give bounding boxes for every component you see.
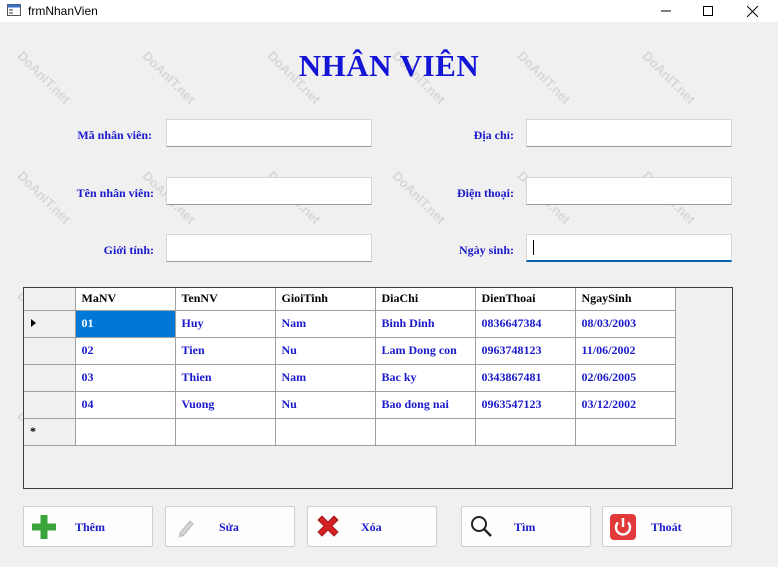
page-title: NHÂN VIÊN	[298, 48, 480, 83]
table-cell[interactable]: Huy	[174, 309, 276, 338]
maximize-button[interactable]	[686, 0, 730, 22]
table-cell[interactable]: Nam	[274, 363, 376, 392]
table-cell[interactable]: 03/12/2002	[574, 390, 676, 419]
table-cell[interactable]: 04	[74, 390, 176, 419]
table-cell[interactable]: 11/06/2002	[574, 336, 676, 365]
table-cell[interactable]: 03	[74, 363, 176, 392]
table-cell[interactable]: Nam	[274, 309, 376, 338]
grid-table: MaNV TenNV GioiTinh DiaChi DienThoai Nga…	[24, 288, 676, 446]
row-header[interactable]	[24, 336, 76, 365]
table-cell[interactable]: Binh Dinh	[374, 309, 476, 338]
table-row[interactable]: 01 Huy Nam Binh Dinh 0836647384 08/03/20…	[24, 309, 676, 338]
table-cell[interactable]: 0343867481	[474, 363, 576, 392]
row-header-current[interactable]	[24, 309, 76, 338]
col-header-gioitinh[interactable]: GioiTinh	[274, 288, 376, 311]
window-title: frmNhanVien	[28, 4, 98, 18]
col-header-manv[interactable]: MaNV	[74, 288, 176, 311]
table-row[interactable]: 02 Tien Nu Lam Dong con 0963748123 11/06…	[24, 336, 676, 365]
col-header-dienthoai[interactable]: DienThoai	[474, 288, 576, 311]
table-cell[interactable]: 0963547123	[474, 390, 576, 419]
table-cell[interactable]: 01	[74, 309, 176, 338]
ma-nv-input[interactable]	[166, 119, 372, 147]
grid-header-row: MaNV TenNV GioiTinh DiaChi DienThoai Nga…	[24, 288, 676, 311]
them-button[interactable]: Thêm	[23, 506, 153, 547]
table-cell[interactable]	[474, 417, 576, 446]
table-cell[interactable]: Vuong	[174, 390, 276, 419]
thoat-label: Thoát	[651, 520, 682, 534]
dia-chi-label: Địa chỉ:	[473, 128, 514, 142]
xoa-label: Xóa	[361, 520, 382, 534]
dien-thoai-label: Điện thoại:	[457, 186, 514, 200]
minimize-button[interactable]	[644, 0, 688, 22]
table-cell[interactable]: 0836647384	[474, 309, 576, 338]
ten-nv-input[interactable]	[166, 177, 372, 205]
gioi-tinh-label: Giới tính:	[103, 243, 154, 257]
table-cell[interactable]: 02	[74, 336, 176, 365]
col-header-diachi[interactable]: DiaChi	[374, 288, 476, 311]
minimize-icon	[661, 10, 671, 12]
table-row[interactable]: 03 Thien Nam Bac ky 0343867481 02/06/200…	[24, 363, 676, 392]
table-cell[interactable]	[74, 417, 176, 446]
maximize-icon	[703, 6, 713, 16]
grid-corner[interactable]	[24, 288, 76, 311]
tim-button[interactable]: Tìm	[461, 506, 591, 547]
table-cell[interactable]: 02/06/2005	[574, 363, 676, 392]
x-delete-icon	[317, 515, 339, 537]
thoat-button[interactable]: Thoát	[602, 506, 732, 547]
dien-thoai-input[interactable]	[526, 177, 732, 205]
close-icon	[746, 5, 758, 17]
gioi-tinh-input[interactable]	[166, 234, 372, 262]
table-cell[interactable]: Bac ky	[374, 363, 476, 392]
table-cell[interactable]	[174, 417, 276, 446]
table-cell[interactable]: Bao dong nai	[374, 390, 476, 419]
row-header[interactable]	[24, 390, 76, 419]
ten-nv-label: Tên nhân viên:	[76, 186, 154, 200]
table-cell[interactable]: Tien	[174, 336, 276, 365]
tim-label: Tìm	[514, 520, 536, 534]
table-cell[interactable]: 08/03/2003	[574, 309, 676, 338]
plus-icon	[32, 515, 56, 539]
text-caret	[533, 240, 534, 255]
table-cell[interactable]: Thien	[174, 363, 276, 392]
new-row[interactable]: *	[24, 417, 676, 446]
close-button[interactable]	[730, 0, 774, 22]
table-cell[interactable]: 0963748123	[474, 336, 576, 365]
table-cell[interactable]: Lam Dong con	[374, 336, 476, 365]
table-cell[interactable]	[574, 417, 676, 446]
ngay-sinh-input[interactable]	[526, 234, 732, 262]
sua-label: Sửa	[219, 520, 239, 534]
search-icon	[471, 516, 492, 537]
title-bar: frmNhanVien	[0, 0, 778, 22]
app-icon	[7, 4, 21, 16]
table-row[interactable]: 04 Vuong Nu Bao dong nai 0963547123 03/1…	[24, 390, 676, 419]
table-cell[interactable]	[274, 417, 376, 446]
table-cell[interactable]: Nu	[274, 336, 376, 365]
dia-chi-input[interactable]	[526, 119, 732, 147]
them-label: Thêm	[75, 520, 105, 534]
row-header-new[interactable]: *	[24, 417, 76, 446]
col-header-ngaysinh[interactable]: NgaySinh	[574, 288, 676, 311]
current-row-arrow-icon	[31, 319, 36, 327]
new-row-marker: *	[30, 424, 36, 438]
table-cell[interactable]	[374, 417, 476, 446]
ngay-sinh-label: Ngày sinh:	[458, 243, 514, 257]
ma-nv-label: Mã nhân viên:	[77, 128, 152, 142]
row-header[interactable]	[24, 363, 76, 392]
power-icon	[610, 514, 636, 540]
table-cell[interactable]: Nu	[274, 390, 376, 419]
xoa-button[interactable]: Xóa	[307, 506, 437, 547]
col-header-tennv[interactable]: TenNV	[174, 288, 276, 311]
pencil-icon	[178, 520, 194, 538]
sua-button[interactable]: Sửa	[165, 506, 295, 547]
employee-grid[interactable]: MaNV TenNV GioiTinh DiaChi DienThoai Nga…	[23, 287, 733, 489]
